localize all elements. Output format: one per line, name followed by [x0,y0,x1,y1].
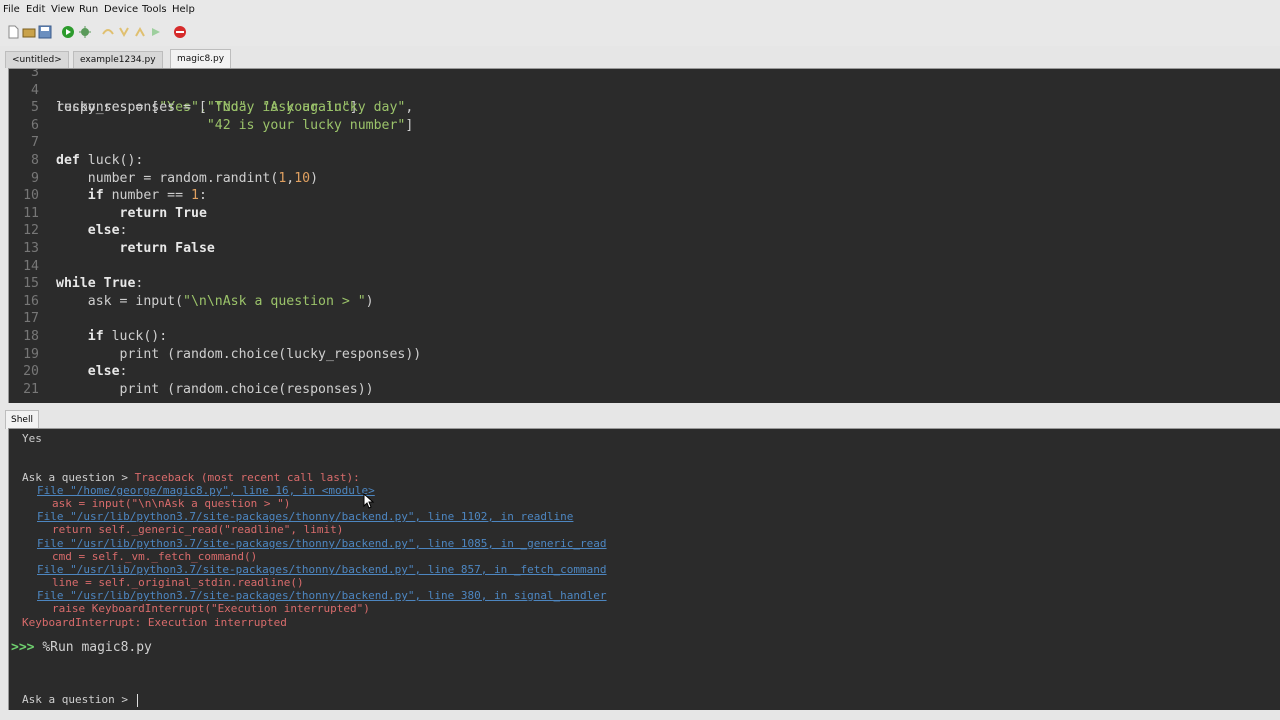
shell-prompt-symbol: >>> [11,640,35,655]
code-text: ask = input("\n\nAsk a question > ") [56,293,374,309]
step-into-icon[interactable] [117,25,131,39]
line-number: 10 [23,188,39,204]
code-text: number = random.randint(1,10) [56,170,319,186]
editor-tabs: <untitled> example1234.py magic8.py [0,48,1280,68]
menu-run[interactable]: Run [79,4,98,15]
code-text: return False [119,241,215,256]
line-number: 7 [31,135,39,151]
code-text: while True: [56,276,144,292]
line-number: 21 [23,381,39,397]
line-number: 9 [31,170,39,186]
traceback-file-link[interactable]: File "/usr/lib/python3.7/site-packages/t… [37,589,607,602]
stop-icon[interactable] [173,25,187,39]
run-command-text: %Run magic8.py [42,640,152,655]
line-number: 4 [31,82,39,98]
line-number: 12 [23,223,39,239]
toolbar [0,20,1280,46]
step-over-icon[interactable] [101,25,115,39]
traceback-file-link[interactable]: File "/usr/lib/python3.7/site-packages/t… [37,510,573,523]
menu-device[interactable]: Device [104,4,138,15]
code-text: "42 is your lucky number"] [206,117,414,133]
line-number: 17 [23,311,39,327]
menu-help[interactable]: Help [172,4,195,15]
traceback-file-link[interactable]: File "/home/george/magic8.py", line 16, … [37,484,375,497]
new-file-icon[interactable] [6,25,20,39]
line-number: 16 [23,293,39,309]
code-text: else: [87,364,128,380]
step-out-icon[interactable] [133,25,147,39]
code-text: if number == 1: [87,188,207,204]
run-icon[interactable] [61,25,75,39]
shell-input-line[interactable]: Ask a question > [22,693,138,707]
debug-icon[interactable] [78,25,92,39]
traceback-code: return self._generic_read("readline", li… [52,523,344,536]
line-number: 13 [23,241,39,256]
line-number: 15 [23,276,39,292]
tab-example1234[interactable]: example1234.py [73,51,163,68]
save-icon[interactable] [38,25,52,39]
line-number: 20 [23,364,39,380]
menu-tools[interactable]: Tools [142,4,167,15]
tab-shell[interactable]: Shell [5,410,39,429]
line-number: 6 [31,117,39,133]
line-number: 5 [31,100,39,116]
shell-run-command-line: >>> %Run magic8.py [11,640,152,655]
code-text: def luck(): [56,153,144,168]
ask-prompt-text: Ask a question > [22,693,135,706]
traceback-code: ask = input("\n\nAsk a question > ") [52,497,291,510]
code-text: return True [119,205,207,221]
open-file-icon[interactable] [22,25,36,39]
menu-view[interactable]: View [51,4,75,15]
traceback-heading: Traceback (most recent call last): [134,471,360,484]
editor-line-partial: 3 responses = ["Yes", "No", "Ask again"] [31,68,358,116]
status-bar [0,710,1280,720]
tab-magic8[interactable]: magic8.py [170,49,232,68]
line-number: 11 [23,205,39,221]
traceback-code: cmd = self._vm._fetch_command() [52,550,258,563]
mouse-pointer-icon [363,493,375,509]
menu-edit[interactable]: Edit [26,4,45,15]
shell-panel[interactable]: Yes Ask a question > Traceback (most rec… [8,428,1280,711]
tab-untitled[interactable]: <untitled> [5,51,69,68]
menu-file[interactable]: File [3,4,20,15]
code-editor[interactable]: 3 responses = ["Yes", "No", "Ask again"]… [8,68,1280,403]
line-number: 19 [23,346,39,362]
code-text: lucky_responses = ["Today is your lucky … [56,100,414,116]
resume-icon[interactable] [149,25,163,39]
traceback-code: line = self._original_stdin.readline() [52,576,304,589]
code-text: else: [87,223,128,239]
line-number: 18 [23,329,39,344]
traceback-code: raise KeyboardInterrupt("Execution inter… [52,602,370,615]
ask-prompt-text: Ask a question > [22,471,135,484]
shell-output-yes: Yes [22,432,42,445]
keyboard-interrupt-error: KeyboardInterrupt: Execution interrupted [22,616,287,629]
traceback-file-link[interactable]: File "/usr/lib/python3.7/site-packages/t… [37,563,607,576]
shell-traceback-line: Ask a question > Traceback (most recent … [22,471,360,484]
code-text: if luck(): [87,329,168,344]
line-number: 8 [31,153,39,168]
line-number: 14 [23,258,39,274]
code-text: print (random.choice(lucky_responses)) [56,346,422,362]
traceback-file-link[interactable]: File "/usr/lib/python3.7/site-packages/t… [37,537,607,550]
text-cursor [136,693,138,707]
code-text: print (random.choice(responses)) [56,381,374,397]
menu-bar: File Edit View Run Device Tools Help [0,0,1280,20]
